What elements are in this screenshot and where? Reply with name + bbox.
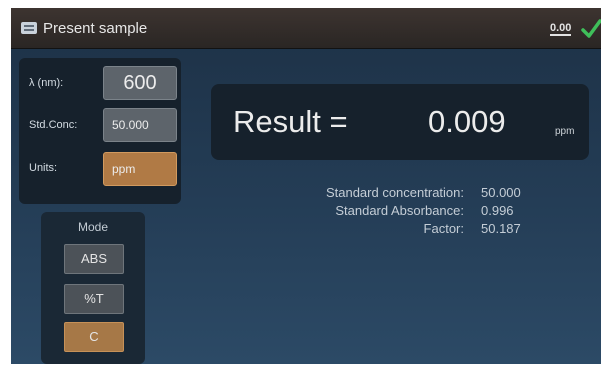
std-concentration-value: 50.000 — [481, 185, 521, 200]
mode-panel: Mode ABS %T C — [41, 212, 145, 364]
instrument-screen: Present sample 0.00 λ (nm): 600 Std.Conc… — [11, 8, 601, 364]
std-conc-field[interactable]: 50.000 — [103, 108, 177, 142]
factor-value: 50.187 — [481, 221, 521, 236]
title-bar: Present sample 0.00 — [11, 8, 601, 49]
std-absorbance-value: 0.996 — [481, 203, 514, 218]
info-values: 50.000 0.996 50.187 — [481, 184, 521, 238]
result-display: Result = 0.009 ppm — [211, 84, 589, 160]
parameters-panel: λ (nm): 600 Std.Conc: 50.000 Units: ppm — [19, 58, 181, 204]
wavelength-label: λ (nm): — [29, 77, 64, 89]
check-icon — [581, 19, 601, 38]
mode-button-abs[interactable]: ABS — [64, 244, 124, 274]
mode-button-concentration[interactable]: C — [64, 322, 124, 352]
wavelength-field[interactable]: 600 — [103, 66, 177, 100]
mode-button-transmittance[interactable]: %T — [64, 284, 124, 314]
screen-title: Present sample — [43, 20, 148, 37]
units-label: Units: — [29, 162, 58, 174]
menu-icon[interactable] — [21, 22, 37, 34]
std-conc-label: Std.Conc: — [29, 119, 78, 131]
status-value: 0.00 — [550, 22, 572, 36]
info-labels: Standard concentration: Standard Absorba… — [326, 184, 464, 238]
result-unit: ppm — [555, 126, 575, 137]
result-value: 0.009 — [428, 104, 506, 139]
result-label: Result = — [233, 104, 348, 139]
units-field[interactable]: ppm — [103, 152, 177, 186]
std-concentration-label: Standard concentration: — [325, 185, 464, 200]
std-absorbance-label: Standard Absorbance: — [335, 203, 464, 218]
factor-label: Factor: — [423, 221, 464, 236]
mode-label: Mode — [77, 220, 109, 234]
